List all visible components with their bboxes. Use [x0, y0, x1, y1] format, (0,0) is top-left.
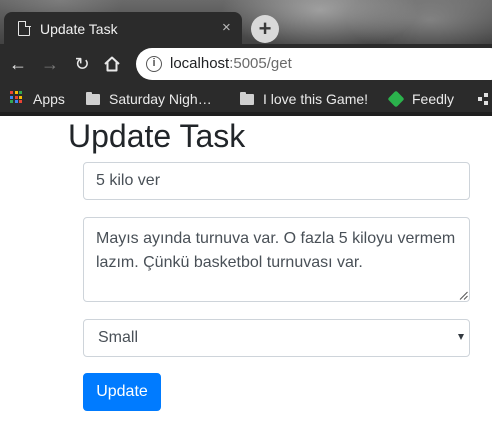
task-title-input[interactable] [83, 162, 470, 200]
chevron-down-icon [458, 334, 464, 340]
browser-toolbar: ← → ↻ i localhost:5005/get [0, 44, 492, 86]
browser-chrome: Update Task × + ← → ↻ i localhost:5005/g… [0, 0, 492, 116]
url-host: localhost [170, 55, 230, 72]
apps-grid-icon [10, 91, 22, 103]
folder-icon [86, 92, 100, 105]
bookmark-feedly[interactable]: Feedly [387, 89, 455, 109]
page-title: Update Task [68, 118, 246, 154]
size-select-value: Small [98, 329, 139, 346]
folder-icon [240, 92, 254, 105]
task-description-textarea[interactable]: Mayıs ayında turnuva var. O fazla 5 kilo… [83, 217, 470, 302]
bookmark-apps[interactable]: Apps [33, 89, 65, 109]
address-bar[interactable]: i localhost:5005/get [136, 48, 492, 80]
close-tab-icon[interactable]: × [222, 18, 231, 38]
bookmark-label: Feedly [412, 91, 455, 107]
bookmark-label: Saturday Nigh… [109, 91, 212, 107]
bookmarks-bar: Apps Saturday Nigh… I love this Game! Fe… [0, 86, 492, 112]
back-arrow-icon[interactable]: ← [6, 52, 30, 76]
reload-icon[interactable]: ↻ [70, 52, 94, 76]
bookmark-saturday-night[interactable]: Saturday Nigh… [86, 89, 212, 109]
tab-title: Update Task [40, 21, 118, 37]
bookmark-i-love-this-game[interactable]: I love this Game! [240, 89, 368, 109]
update-button[interactable]: Update [83, 373, 161, 411]
bookmark-label: I love this Game! [263, 91, 369, 107]
site-info-icon[interactable]: i [146, 56, 162, 72]
url-path: :5005/get [229, 55, 292, 72]
feedly-icon [387, 90, 405, 108]
browser-tab-active[interactable]: Update Task × [4, 12, 242, 46]
new-tab-button[interactable]: + [251, 15, 279, 43]
resize-grip-icon[interactable] [459, 291, 468, 300]
url-text: localhost:5005/get [170, 55, 292, 73]
size-select[interactable]: Small [83, 319, 470, 357]
home-icon[interactable] [100, 52, 124, 76]
document-icon [18, 20, 31, 36]
more-bookmarks-icon[interactable] [478, 93, 492, 105]
forward-arrow-icon[interactable]: → [38, 52, 62, 76]
